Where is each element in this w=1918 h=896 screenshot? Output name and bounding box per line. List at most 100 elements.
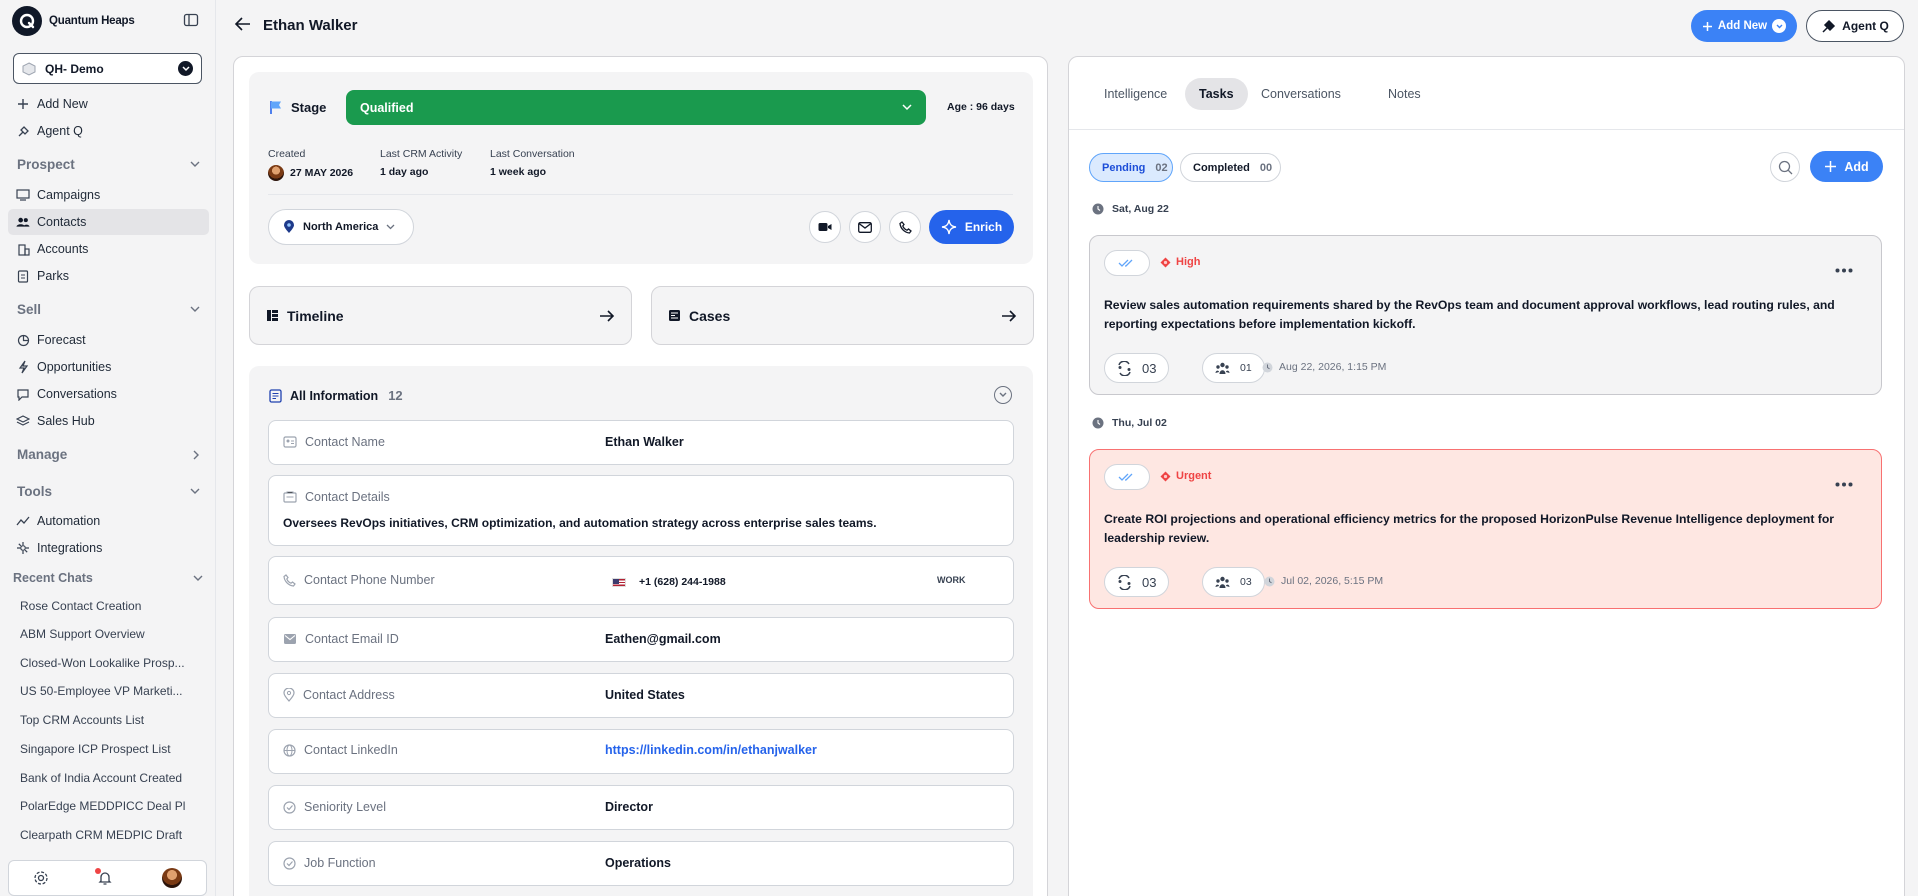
- section-sell[interactable]: Sell: [17, 302, 200, 317]
- recent-chat-item[interactable]: Top CRM Accounts List: [20, 713, 186, 727]
- field-contact-linkedin[interactable]: Contact LinkedIn https://linkedin.com/in…: [268, 729, 1014, 774]
- job-function-value: Operations: [605, 856, 671, 870]
- region-select[interactable]: North America: [268, 209, 414, 245]
- sidebar-item-label: Agent Q: [37, 124, 83, 138]
- layers-icon: [16, 414, 30, 428]
- sidebar-item-add-new[interactable]: Add New: [8, 91, 209, 117]
- tab-tasks[interactable]: Tasks: [1185, 78, 1248, 110]
- recent-chat-item[interactable]: Bank of India Account Created: [20, 771, 186, 785]
- recent-chat-item[interactable]: Closed-Won Lookalike Prosp...: [20, 656, 186, 670]
- contact-linkedin-link[interactable]: https://linkedin.com/in/ethanjwalker: [605, 743, 817, 757]
- id-card-icon: [283, 436, 297, 448]
- tab-conversations[interactable]: Conversations: [1247, 78, 1355, 110]
- mark-complete-button[interactable]: [1104, 250, 1150, 276]
- sidebar-item-integrations[interactable]: Integrations: [8, 535, 209, 561]
- sidebar-item-sales-hub[interactable]: Sales Hub: [8, 408, 209, 434]
- recent-chat-item[interactable]: Rose Contact Creation: [20, 599, 186, 613]
- sidebar-item-accounts[interactable]: Accounts: [8, 236, 209, 262]
- email-button[interactable]: [849, 211, 881, 243]
- timeline-card[interactable]: Timeline: [249, 286, 632, 345]
- contact-details-value: Oversees RevOps initiatives, CRM optimiz…: [283, 516, 877, 530]
- enrich-button[interactable]: Enrich: [929, 210, 1014, 244]
- sidebar-item-opportunities[interactable]: Opportunities: [8, 354, 209, 380]
- brand[interactable]: Quantum Heaps: [12, 6, 135, 36]
- clock-icon: [1262, 362, 1273, 372]
- field-contact-name[interactable]: Contact Name Ethan Walker: [268, 420, 1014, 465]
- recent-chat-item[interactable]: Clearpath CRM MEDPIC Draft: [20, 828, 186, 842]
- owner-avatar[interactable]: [268, 165, 284, 181]
- sidebar-item-label: Automation: [37, 514, 101, 528]
- sidebar-item-contacts[interactable]: Contacts: [8, 209, 209, 235]
- brand-logo-icon: [12, 6, 42, 36]
- last-conversation-label: Last Conversation: [490, 148, 575, 160]
- workspace-select[interactable]: QH- Demo: [13, 53, 202, 84]
- building-icon: [16, 242, 30, 256]
- brand-name: Quantum Heaps: [49, 15, 135, 27]
- tab-intelligence[interactable]: Intelligence: [1090, 78, 1181, 110]
- section-tools[interactable]: Tools: [17, 484, 200, 499]
- filter-completed[interactable]: Completed 00: [1180, 153, 1281, 182]
- plus-icon: [1825, 161, 1837, 172]
- back-arrow-icon[interactable]: [234, 16, 252, 32]
- recent-chat-item[interactable]: US 50-Employee VP Marketi...: [20, 684, 186, 698]
- gear-icon[interactable]: [33, 870, 49, 886]
- filter-pending[interactable]: Pending 02: [1089, 153, 1173, 182]
- tabs-divider: [1069, 129, 1904, 130]
- section-manage[interactable]: Manage: [17, 447, 200, 462]
- task-card[interactable]: High Review sales automation requirement…: [1089, 235, 1882, 395]
- field-contact-phone[interactable]: Contact Phone Number +1 (628) 244-1988 W…: [268, 556, 1014, 605]
- subtasks-chip[interactable]: 03: [1104, 353, 1170, 383]
- assignees-chip[interactable]: 03: [1202, 567, 1265, 597]
- timeline-icon: [267, 310, 278, 321]
- subtasks-chip[interactable]: 03: [1104, 567, 1170, 597]
- chevron-down-icon: [190, 306, 200, 312]
- section-prospect[interactable]: Prospect: [17, 157, 200, 172]
- sidebar-item-forecast[interactable]: Forecast: [8, 327, 209, 353]
- video-icon: [818, 223, 832, 231]
- field-seniority-level[interactable]: Seniority Level Director: [268, 785, 1014, 830]
- users-icon: [1215, 362, 1230, 374]
- phone-call-button[interactable]: [889, 211, 921, 243]
- chevron-right-icon: [193, 450, 199, 459]
- add-task-button[interactable]: Add: [1810, 151, 1883, 182]
- agent-icon: [16, 124, 30, 138]
- field-job-function[interactable]: Job Function Operations: [268, 841, 1014, 886]
- sidebar-item-label: Accounts: [37, 242, 89, 256]
- stage-dropdown[interactable]: Qualified: [346, 90, 926, 125]
- agent-q-button[interactable]: Agent Q: [1806, 10, 1904, 42]
- sidebar-item-agent-q[interactable]: Agent Q: [8, 118, 209, 144]
- sidebar-item-automation[interactable]: Automation: [8, 508, 209, 534]
- field-contact-address[interactable]: Contact Address United States: [268, 673, 1014, 718]
- recent-chat-item[interactable]: Singapore ICP Prospect List: [20, 742, 186, 756]
- add-new-button[interactable]: Add New: [1691, 10, 1797, 42]
- video-call-button[interactable]: [809, 211, 841, 243]
- collapse-toggle-icon[interactable]: [994, 386, 1012, 404]
- due-date: Aug 22, 2026, 1:15 PM: [1262, 361, 1386, 373]
- sidebar-item-conversations[interactable]: Conversations: [8, 381, 209, 407]
- search-button[interactable]: [1770, 152, 1800, 182]
- assignees-count: 03: [1240, 576, 1252, 588]
- assignees-chip[interactable]: 01: [1202, 353, 1265, 383]
- check-circle-icon: [283, 800, 296, 814]
- user-avatar[interactable]: [161, 868, 182, 888]
- notification-bell-icon[interactable]: [95, 868, 113, 886]
- sidebar-item-parks[interactable]: Parks: [8, 263, 209, 289]
- campaign-icon: [16, 188, 30, 202]
- recent-chat-item[interactable]: ABM Support Overview: [20, 627, 186, 641]
- field-label: Contact Address: [283, 688, 395, 702]
- task-card[interactable]: Urgent Create ROI projections and operat…: [1089, 449, 1882, 609]
- phone-value-group: +1 (628) 244-1988: [612, 576, 726, 588]
- recent-chats-header[interactable]: Recent Chats: [13, 571, 203, 585]
- sidebar-collapse-icon[interactable]: [183, 12, 199, 28]
- double-check-icon: [1118, 259, 1133, 267]
- tab-notes[interactable]: Notes: [1374, 78, 1435, 110]
- sidebar-item-campaigns[interactable]: Campaigns: [8, 182, 209, 208]
- more-options-icon[interactable]: [1835, 482, 1853, 487]
- recent-chat-item[interactable]: PolarEdge MEDDPICC Deal Pl...: [20, 799, 186, 813]
- task-description: Review sales automation requirements sha…: [1104, 298, 1835, 331]
- cases-card[interactable]: Cases: [651, 286, 1034, 345]
- field-contact-details[interactable]: Contact Details Oversees RevOps initiati…: [268, 475, 1014, 546]
- mark-complete-button[interactable]: [1104, 464, 1150, 490]
- more-options-icon[interactable]: [1835, 268, 1853, 273]
- field-contact-email[interactable]: Contact Email ID Eathen@gmail.com: [268, 617, 1014, 662]
